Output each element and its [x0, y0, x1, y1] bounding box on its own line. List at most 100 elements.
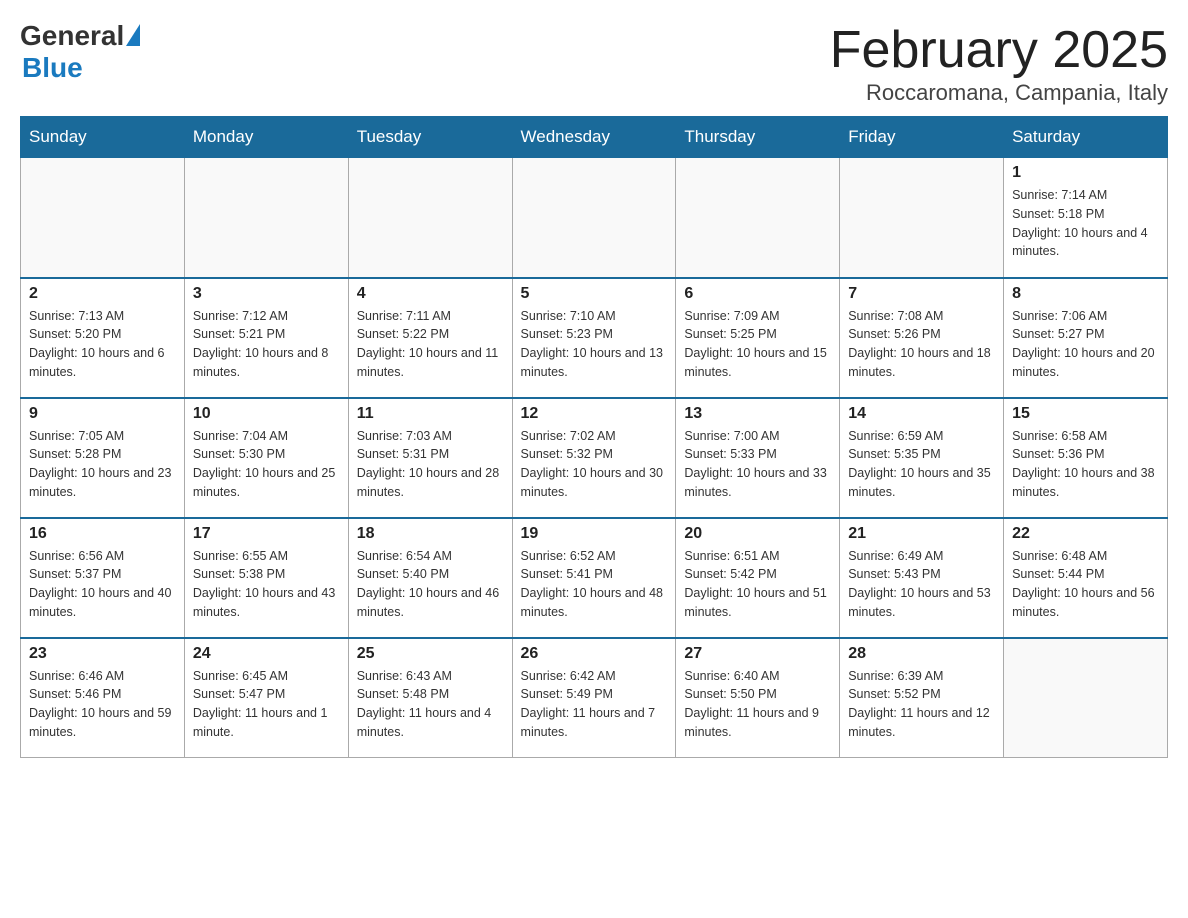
- calendar-week-row: 9 Sunrise: 7:05 AM Sunset: 5:28 PM Daylig…: [21, 398, 1168, 518]
- day-header-sunday: Sunday: [21, 117, 185, 158]
- day-header-monday: Monday: [184, 117, 348, 158]
- day-info: Sunrise: 6:52 AM Sunset: 5:41 PM Dayligh…: [521, 547, 668, 622]
- calendar-table: SundayMondayTuesdayWednesdayThursdayFrid…: [20, 116, 1168, 758]
- day-number: 15: [1012, 405, 1159, 423]
- day-number: 4: [357, 285, 504, 303]
- calendar-day-cell: [348, 158, 512, 278]
- calendar-day-cell: [1004, 638, 1168, 758]
- calendar-day-cell: 27Sunrise: 6:40 AM Sunset: 5:50 PM Dayli…: [676, 638, 840, 758]
- day-info: Sunrise: 7:00 AM Sunset: 5:33 PM Dayligh…: [684, 427, 831, 502]
- calendar-day-cell: 2Sunrise: 7:13 AM Sunset: 5:20 PM Daylig…: [21, 278, 185, 398]
- calendar-day-cell: 13 Sunrise: 7:00 AM Sunset: 5:33 PM Dayli…: [676, 398, 840, 518]
- calendar-day-cell: 15 Sunrise: 6:58 AM Sunset: 5:36 PM Dayli…: [1004, 398, 1168, 518]
- day-number: 9: [29, 405, 176, 423]
- day-number: 3: [193, 285, 340, 303]
- day-number: 26: [521, 645, 668, 663]
- day-info: Sunrise: 6:43 AM Sunset: 5:48 PM Dayligh…: [357, 667, 504, 742]
- day-info: Sunrise: 6:42 AM Sunset: 5:49 PM Dayligh…: [521, 667, 668, 742]
- calendar-day-cell: 4 Sunrise: 7:11 AM Sunset: 5:22 PM Daylig…: [348, 278, 512, 398]
- day-info: Sunrise: 6:58 AM Sunset: 5:36 PM Dayligh…: [1012, 427, 1159, 502]
- day-info: Sunrise: 7:11 AM Sunset: 5:22 PM Dayligh…: [357, 307, 504, 382]
- title-section: February 2025 Roccaromana, Campania, Ita…: [830, 20, 1168, 106]
- day-info: Sunrise: 7:02 AM Sunset: 5:32 PM Dayligh…: [521, 427, 668, 502]
- day-number: 11: [357, 405, 504, 423]
- day-header-wednesday: Wednesday: [512, 117, 676, 158]
- day-info: Sunrise: 7:14 AM Sunset: 5:18 PM Dayligh…: [1012, 186, 1159, 261]
- calendar-day-cell: 3 Sunrise: 7:12 AM Sunset: 5:21 PM Daylig…: [184, 278, 348, 398]
- day-info: Sunrise: 6:48 AM Sunset: 5:44 PM Dayligh…: [1012, 547, 1159, 622]
- logo-general-text: General: [20, 20, 124, 52]
- calendar-day-cell: 20 Sunrise: 6:51 AM Sunset: 5:42 PM Dayli…: [676, 518, 840, 638]
- calendar-day-cell: 1 Sunrise: 7:14 AM Sunset: 5:18 PM Daylig…: [1004, 158, 1168, 278]
- logo-blue-text: Blue: [22, 52, 83, 84]
- calendar-day-cell: 7Sunrise: 7:08 AM Sunset: 5:26 PM Daylig…: [840, 278, 1004, 398]
- calendar-week-row: 23 Sunrise: 6:46 AM Sunset: 5:46 PM Dayli…: [21, 638, 1168, 758]
- day-info: Sunrise: 7:12 AM Sunset: 5:21 PM Dayligh…: [193, 307, 340, 382]
- calendar-day-cell: 22 Sunrise: 6:48 AM Sunset: 5:44 PM Dayli…: [1004, 518, 1168, 638]
- calendar-week-row: 16 Sunrise: 6:56 AM Sunset: 5:37 PM Dayli…: [21, 518, 1168, 638]
- calendar-day-cell: 6 Sunrise: 7:09 AM Sunset: 5:25 PM Daylig…: [676, 278, 840, 398]
- day-number: 21: [848, 525, 995, 543]
- calendar-day-cell: 5 Sunrise: 7:10 AM Sunset: 5:23 PM Daylig…: [512, 278, 676, 398]
- calendar-day-cell: 21 Sunrise: 6:49 AM Sunset: 5:43 PM Dayli…: [840, 518, 1004, 638]
- day-info: Sunrise: 6:46 AM Sunset: 5:46 PM Dayligh…: [29, 667, 176, 742]
- calendar-header-row: SundayMondayTuesdayWednesdayThursdayFrid…: [21, 117, 1168, 158]
- calendar-day-cell: 17Sunrise: 6:55 AM Sunset: 5:38 PM Dayli…: [184, 518, 348, 638]
- calendar-day-cell: 19 Sunrise: 6:52 AM Sunset: 5:41 PM Dayli…: [512, 518, 676, 638]
- calendar-day-cell: [184, 158, 348, 278]
- day-number: 23: [29, 645, 176, 663]
- day-info: Sunrise: 6:45 AM Sunset: 5:47 PM Dayligh…: [193, 667, 340, 742]
- calendar-day-cell: 18 Sunrise: 6:54 AM Sunset: 5:40 PM Dayli…: [348, 518, 512, 638]
- day-number: 24: [193, 645, 340, 663]
- day-header-saturday: Saturday: [1004, 117, 1168, 158]
- day-header-tuesday: Tuesday: [348, 117, 512, 158]
- day-info: Sunrise: 6:49 AM Sunset: 5:43 PM Dayligh…: [848, 547, 995, 622]
- day-number: 6: [684, 285, 831, 303]
- day-info: Sunrise: 6:56 AM Sunset: 5:37 PM Dayligh…: [29, 547, 176, 622]
- day-number: 13: [684, 405, 831, 423]
- day-info: Sunrise: 7:10 AM Sunset: 5:23 PM Dayligh…: [521, 307, 668, 382]
- calendar-day-cell: 14 Sunrise: 6:59 AM Sunset: 5:35 PM Dayli…: [840, 398, 1004, 518]
- day-info: Sunrise: 6:59 AM Sunset: 5:35 PM Dayligh…: [848, 427, 995, 502]
- calendar-day-cell: 24 Sunrise: 6:45 AM Sunset: 5:47 PM Dayli…: [184, 638, 348, 758]
- day-info: Sunrise: 7:03 AM Sunset: 5:31 PM Dayligh…: [357, 427, 504, 502]
- calendar-day-cell: 8Sunrise: 7:06 AM Sunset: 5:27 PM Daylig…: [1004, 278, 1168, 398]
- calendar-day-cell: [512, 158, 676, 278]
- calendar-subtitle: Roccaromana, Campania, Italy: [830, 80, 1168, 106]
- day-number: 10: [193, 405, 340, 423]
- day-number: 1: [1012, 164, 1159, 182]
- day-info: Sunrise: 6:54 AM Sunset: 5:40 PM Dayligh…: [357, 547, 504, 622]
- calendar-day-cell: 23 Sunrise: 6:46 AM Sunset: 5:46 PM Dayli…: [21, 638, 185, 758]
- calendar-day-cell: 11 Sunrise: 7:03 AM Sunset: 5:31 PM Dayli…: [348, 398, 512, 518]
- day-info: Sunrise: 6:40 AM Sunset: 5:50 PM Dayligh…: [684, 667, 831, 742]
- day-number: 14: [848, 405, 995, 423]
- calendar-day-cell: [840, 158, 1004, 278]
- day-info: Sunrise: 7:05 AM Sunset: 5:28 PM Dayligh…: [29, 427, 176, 502]
- calendar-day-cell: 10 Sunrise: 7:04 AM Sunset: 5:30 PM Dayli…: [184, 398, 348, 518]
- day-number: 28: [848, 645, 995, 663]
- day-number: 5: [521, 285, 668, 303]
- calendar-day-cell: 28 Sunrise: 6:39 AM Sunset: 5:52 PM Dayli…: [840, 638, 1004, 758]
- calendar-week-row: 1 Sunrise: 7:14 AM Sunset: 5:18 PM Daylig…: [21, 158, 1168, 278]
- day-number: 18: [357, 525, 504, 543]
- day-number: 17: [193, 525, 340, 543]
- calendar-day-cell: 25 Sunrise: 6:43 AM Sunset: 5:48 PM Dayli…: [348, 638, 512, 758]
- day-number: 19: [521, 525, 668, 543]
- day-info: Sunrise: 7:06 AM Sunset: 5:27 PM Dayligh…: [1012, 307, 1159, 382]
- day-info: Sunrise: 7:04 AM Sunset: 5:30 PM Dayligh…: [193, 427, 340, 502]
- day-info: Sunrise: 6:51 AM Sunset: 5:42 PM Dayligh…: [684, 547, 831, 622]
- day-number: 22: [1012, 525, 1159, 543]
- logo: General Blue: [20, 20, 140, 84]
- day-header-friday: Friday: [840, 117, 1004, 158]
- calendar-day-cell: 12 Sunrise: 7:02 AM Sunset: 5:32 PM Dayli…: [512, 398, 676, 518]
- day-number: 20: [684, 525, 831, 543]
- day-info: Sunrise: 7:09 AM Sunset: 5:25 PM Dayligh…: [684, 307, 831, 382]
- calendar-day-cell: 9 Sunrise: 7:05 AM Sunset: 5:28 PM Daylig…: [21, 398, 185, 518]
- calendar-title: February 2025: [830, 20, 1168, 80]
- day-number: 25: [357, 645, 504, 663]
- calendar-day-cell: [676, 158, 840, 278]
- day-number: 16: [29, 525, 176, 543]
- day-info: Sunrise: 6:39 AM Sunset: 5:52 PM Dayligh…: [848, 667, 995, 742]
- day-info: Sunrise: 7:13 AM Sunset: 5:20 PM Dayligh…: [29, 307, 176, 382]
- day-number: 12: [521, 405, 668, 423]
